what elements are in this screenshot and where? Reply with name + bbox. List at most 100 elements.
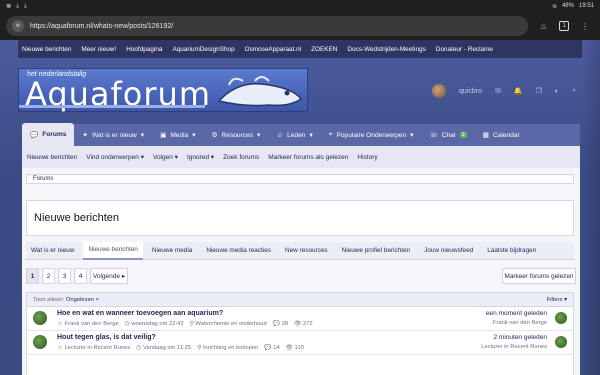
user-icon: ☺ [276,131,284,139]
page-1-button[interactable]: 1 [26,268,39,284]
browser-toolbar: ⚙ https://aquaforum.nl/whats-new/posts/1… [0,12,600,40]
tab-populaire-onderwerpen[interactable]: ⌖ Populaire Onderwerpen ▾ [321,124,422,146]
url-text[interactable]: https://aquaforum.nl/whats-new/posts/126… [30,23,173,30]
subnav-ignored[interactable]: Ignored ▾ [187,153,214,161]
thread-list: Toon alleen: Ongelezen × Filters ▾ Hoe e… [26,292,574,375]
tab-laatste-bijdragen[interactable]: Laatste bijdragen [482,242,541,260]
last-poster-avatar[interactable] [555,312,567,324]
next-label: Volgende [92,272,121,280]
logo-stripe [19,105,205,108]
last-poster-avatar[interactable] [555,336,567,348]
tab-chat[interactable]: ☏ Chat 2 [421,124,474,146]
tab-leden[interactable]: ☺ Leden ▾ [268,124,320,146]
subnav-markeer-gelezen[interactable]: Markeer forums als gelezen [268,154,348,161]
fish-logo-icon [217,76,303,107]
chevron-down-icon: ▾ [140,154,144,161]
thread-row[interactable]: Hoe en wat en wanneer toevoegen aan aqua… [27,307,573,331]
more-menu-icon[interactable]: ⋮ [581,22,589,31]
breadcrumb-forums[interactable]: Forums [33,176,53,182]
subnav-volgen[interactable]: Volgen ▾ [153,153,178,161]
battery-level: 48% [561,3,574,9]
user-avatar[interactable] [432,84,446,98]
filter-label: Toon alleen: [33,296,65,303]
thread-forum[interactable]: ⚲ Inrichting en biotopen [197,345,258,351]
replies-count: 28 [281,321,289,327]
tab-wat-is-er-nieuw-sub[interactable]: Wat is er nieuw [26,242,79,260]
topnav-item-nieuwe-berichten[interactable]: Nieuwe berichten [22,46,71,53]
tab-nieuwe-media[interactable]: Nieuwe media [147,242,198,260]
subnav-zoek-forums[interactable]: Zoek forums [223,154,259,161]
tab-nieuwe-profiel-berichten[interactable]: Nieuwe profiel berichten [337,242,416,260]
thread-views: 👁 110 [285,345,304,351]
topnav-item-zoeken[interactable]: ZOEKEN [311,46,337,53]
tab-calendar[interactable]: ▦ Calendar [475,124,528,146]
mark-forums-read-button[interactable]: Markeer forums gelezen [502,268,576,284]
chevron-right-icon: ▸ [121,273,126,280]
username[interactable]: quicbro [459,88,482,95]
thread-replies: 💬 28 [272,321,289,327]
chevron-down-icon: ▾ [174,154,178,161]
address-bar[interactable]: ⚙ https://aquaforum.nl/whats-new/posts/1… [6,16,528,36]
thread-author[interactable]: ☺ Lecturer in Recent Runes [57,345,130,351]
topnav-item-meer-nieuw[interactable]: Meer nieuw! [81,46,116,53]
tab-label: Resources [221,131,254,139]
tab-wat-is-er-nieuw[interactable]: ✦ Wat is er nieuw ▾ [74,124,152,146]
chevron-down-icon: ▾ [309,132,313,139]
filters-dropdown[interactable]: Filters ▾ [547,297,567,303]
views-count: 272 [303,321,313,327]
next-page-button[interactable]: Volgende ▸ [90,268,128,284]
last-post-user[interactable]: Lecturer in Recent Runes [481,344,547,350]
thread-forum[interactable]: ⚲ Waterchemie en onderhoud [190,321,267,327]
tab-forums[interactable]: 💬 Forums [22,123,75,146]
site-header: het nederlandstalig Aquaforum quicbro ✉ … [18,64,582,114]
tab-jouw-nieuwsfeed[interactable]: Jouw nieuwsfeed [419,242,478,260]
topnav-item-docs[interactable]: Docs-Wedstrijden-Meetings [347,46,425,53]
thread-author[interactable]: ☺ Frank van den Berge [57,321,119,327]
topnav-item-donateur[interactable]: Donateur - Reclame [436,46,493,53]
last-post-user[interactable]: Frank van den Berge [493,320,547,326]
last-post-time[interactable]: een moment geleden [486,310,547,317]
topnav-item-osmose[interactable]: OsmoseApparaat.nl [245,46,301,53]
forum-name: Waterchemie en onderhoud [195,321,267,327]
last-post-time[interactable]: 2 minuten geleden [494,334,548,341]
topnav-item-designshop[interactable]: AquariumDesignShop [172,46,234,53]
thread-title[interactable]: Hoe en wat en wanneer toevoegen aan aqua… [57,310,223,317]
chat-icon: ☏ [429,132,438,139]
tab-nieuwe-berichten[interactable]: Nieuwe berichten [83,241,143,260]
search-icon[interactable]: ⌕ [572,87,576,95]
tab-new-resources[interactable]: New resources [280,242,333,260]
subnav-nieuwe-berichten[interactable]: Nieuwe berichten [27,154,77,161]
conversations-icon[interactable]: ✉ [495,87,501,95]
tab-nieuwe-media-reacties[interactable]: Nieuwe media reacties [201,242,276,260]
alerts-icon[interactable]: 🔔 [514,87,523,95]
tab-resources[interactable]: ⚙ Resources ▾ [204,124,269,146]
filter-bar: Toon alleen: Ongelezen × Filters ▾ [27,293,573,307]
image-icon: ▣ [160,132,167,139]
notification-icon: ☸ [6,3,12,10]
site-info-icon[interactable]: ⚙ [12,20,24,32]
forum-name: Inrichting en biotopen [202,345,259,351]
thread-row[interactable]: Hout tegen glas, is dat veilig? ☺ Lectur… [27,331,573,355]
status-bar: ☸ ⤓ ⤓ ≋ 48% 19:51 [0,0,600,12]
flame-icon[interactable]: ♨ [540,22,547,31]
page-3-button[interactable]: 3 [58,268,71,284]
author-name: Frank van den Berge [64,321,119,327]
subnav-history[interactable]: History [357,154,377,161]
tab-switcher-button[interactable]: 1 [559,21,570,31]
subnav-vind-onderwerpen[interactable]: Vind onderwerpen ▾ [86,153,144,161]
calendar-icon: ▦ [482,132,489,139]
filter-tag-ongelezen[interactable]: Ongelezen × [66,297,99,303]
thread-meta: ☺ Lecturer in Recent Runes ◷ Vandaag om … [57,345,304,351]
bookmark-icon[interactable]: ❐ [536,87,542,95]
theme-toggle-icon[interactable]: ◐ [555,88,559,95]
topnav-item-hoofdpagina[interactable]: Hoofdpagina [126,46,162,53]
avatar[interactable] [33,335,47,349]
filter-value: Ongelezen [65,296,94,303]
page-2-button[interactable]: 2 [42,268,55,284]
tab-label: Populaire Onderwerpen [336,131,407,139]
avatar[interactable] [33,311,47,325]
site-logo[interactable]: het nederlandstalig Aquaforum [18,68,308,113]
page-4-button[interactable]: 4 [74,268,87,284]
tab-media[interactable]: ▣ Media ▾ [152,124,204,146]
thread-title[interactable]: Hout tegen glas, is dat veilig? [57,334,156,341]
